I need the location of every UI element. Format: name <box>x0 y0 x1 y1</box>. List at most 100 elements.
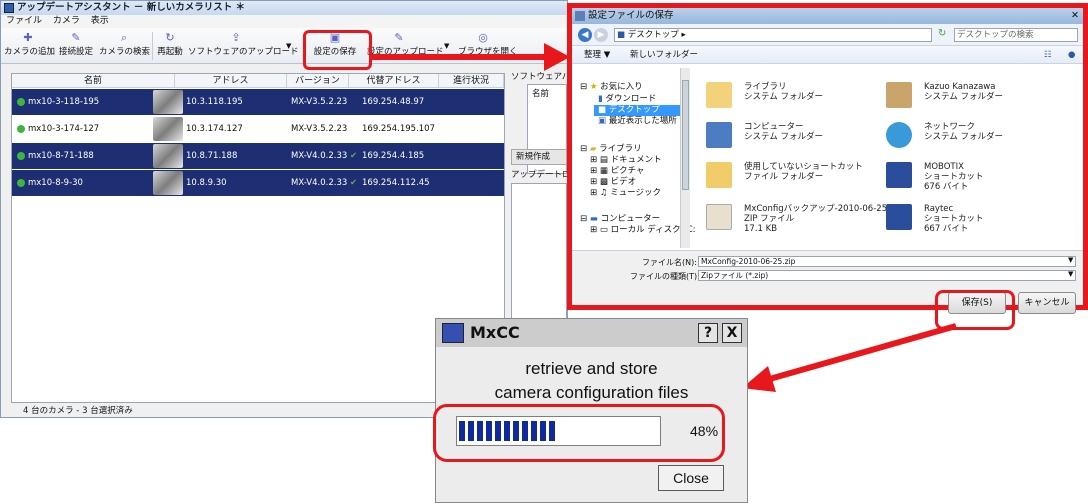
tree-downloads[interactable]: ▮ ダウンロード <box>598 94 656 105</box>
reboot-icon: ↻ <box>165 31 175 44</box>
window-title: アップデートアシスタント － 新しいカメラリスト ＊ <box>17 2 246 13</box>
refresh-icon[interactable]: ↻ <box>938 28 946 39</box>
camera-thumbnail <box>153 90 183 114</box>
file-item[interactable]: Kazuo Kanazawa システム フォルダー <box>886 80 1066 116</box>
help-icon[interactable]: ? <box>698 323 718 343</box>
help-icon[interactable]: ● <box>1068 46 1075 64</box>
add-camera-button[interactable]: ✚ カメラの追加 <box>4 30 55 62</box>
save-config-highlight <box>303 30 372 70</box>
tree-music[interactable]: ⊞ ♫ ミュージック <box>590 188 661 199</box>
file-item[interactable]: コンピューター システム フォルダー <box>706 120 886 156</box>
filename-input[interactable]: MxConfig-2010-06-25.zip <box>698 256 1076 267</box>
filetype-select[interactable]: Zipファイル (*.zip) <box>698 270 1076 281</box>
file-item[interactable]: ネットワーク システム フォルダー <box>886 120 1066 156</box>
pencil-icon: ✎ <box>71 31 81 44</box>
save-config-dialog: 設定ファイルの保存 ✕ ◀ ▶ ■ デスクトップ ▸ ↻ デスクトップの検索 整… <box>567 3 1088 314</box>
tree-recent[interactable]: ▣ 最近表示した場所 <box>598 116 677 127</box>
computer-icon: ▬ <box>589 214 598 224</box>
chevron-down-icon[interactable]: ▼ <box>286 42 291 50</box>
menubar: ファイル カメラ 表示 <box>1 15 567 28</box>
check-icon: ✔ <box>350 151 358 161</box>
music-icon: ♫ <box>599 188 608 198</box>
mxcc-app-icon <box>442 323 464 343</box>
filename-label: ファイル名(N): <box>642 258 697 267</box>
tree-pictures[interactable]: ⊞ ▦ ピクチャ <box>590 166 644 177</box>
close-icon[interactable]: X <box>722 323 742 343</box>
camera-thumbnail <box>153 144 183 168</box>
dialog-icon <box>575 11 585 21</box>
file-list: ライブラリ システム フォルダー Kazuo Kanazawa システム フォル… <box>696 68 1082 248</box>
forward-icon[interactable]: ▶ <box>594 28 608 42</box>
tree-computer[interactable]: ⊟ ▬ コンピューター <box>580 214 660 225</box>
filetype-label: ファイルの種類(T): <box>630 272 700 281</box>
connection-settings-button[interactable]: ✎ 接続設定 <box>56 30 96 62</box>
search-camera-button[interactable]: ⌕ カメラの検索 <box>99 30 150 62</box>
column-header-version[interactable]: バージョン <box>287 74 349 88</box>
file-item[interactable]: 使用していないショートカット ファイル フォルダー <box>706 160 886 196</box>
scrollbar-thumb[interactable] <box>682 80 689 190</box>
desktop-icon: ■ <box>598 105 607 115</box>
file-item[interactable]: MxConfigバックアップ-2010-06-25.zip ZIP ファイル 1… <box>706 202 902 238</box>
add-icon: ✚ <box>23 31 33 44</box>
tree-videos[interactable]: ⊞ ▩ ビデオ <box>590 177 636 188</box>
dialog-titlebar: 設定ファイルの保存 ✕ <box>572 8 1083 24</box>
reboot-button[interactable]: ↻ 再起動 <box>155 30 185 62</box>
user-folder-icon <box>886 82 912 108</box>
status-online-icon <box>17 152 25 160</box>
command-bar: 整理 ▼ 新しいフォルダー ☷ ● <box>572 46 1083 64</box>
tree-desktop[interactable]: ■ デスクトップ <box>594 105 680 116</box>
progress-highlight <box>433 404 725 462</box>
tree-scrollbar[interactable] <box>680 68 690 248</box>
videos-icon: ▩ <box>599 177 608 187</box>
upload-software-button[interactable]: ⇪ ソフトウェアのアップロード <box>188 30 299 62</box>
back-icon[interactable]: ◀ <box>578 28 592 42</box>
menu-view[interactable]: 表示 <box>91 16 109 26</box>
software-name-column[interactable]: 名前 <box>532 87 549 99</box>
folder-icon: ■ <box>617 30 626 40</box>
table-row[interactable]: mx10-8-71-188 10.8.71.188 MX-V4.0.2.33 ✔… <box>12 143 504 169</box>
file-item[interactable]: MOBOTIX ショートカット 676 バイト <box>886 160 1066 196</box>
organize-button[interactable]: 整理 ▼ <box>584 46 610 64</box>
network-icon <box>886 122 912 148</box>
menu-camera[interactable]: カメラ <box>53 16 80 26</box>
disk-icon: ▭ <box>599 225 608 235</box>
menu-file[interactable]: ファイル <box>6 16 42 26</box>
tree-favorites[interactable]: ⊟ ★ お気に入り <box>580 82 643 93</box>
cancel-button[interactable]: キャンセル <box>1018 292 1076 314</box>
mxcc-title: MxCC <box>470 323 520 342</box>
file-item[interactable]: ライブラリ システム フォルダー <box>706 80 886 116</box>
update-log-label: アップデートログ <box>511 170 567 180</box>
table-row[interactable]: mx10-3-174-127 10.3.174.127 MX-V3.5.2.23… <box>12 116 504 142</box>
computer-icon <box>706 122 732 148</box>
table-row[interactable]: mx10-3-118-195 10.3.118.195 MX-V3.5.2.23… <box>12 89 504 115</box>
chevron-down-icon[interactable]: ▼ <box>1068 270 1073 278</box>
download-folder-icon: ▮ <box>598 94 603 104</box>
chevron-down-icon[interactable]: ▼ <box>1068 256 1073 264</box>
arrow-to-save-dialog <box>372 43 570 71</box>
tree-libraries[interactable]: ⊟ ▰ ライブラリ <box>580 144 642 155</box>
search-input[interactable]: デスクトップの検索 <box>954 28 1078 42</box>
library-icon: ▰ <box>589 144 597 154</box>
status-online-icon <box>17 179 25 187</box>
recent-icon: ▣ <box>598 116 607 126</box>
shortcut-icon <box>886 204 912 230</box>
new-software-button[interactable]: 新規作成 <box>511 149 567 165</box>
address-path[interactable]: ■ デスクトップ ▸ <box>614 28 932 42</box>
file-item[interactable]: Raytec ショートカット 667 バイト <box>886 202 1066 238</box>
column-header-progress[interactable]: 進行状況 <box>439 74 504 88</box>
column-header-address[interactable]: アドレス <box>175 74 287 88</box>
close-button[interactable]: Close <box>658 465 724 491</box>
search-camera-icon: ⌕ <box>120 31 128 44</box>
close-icon[interactable]: ✕ <box>1071 8 1079 24</box>
view-options-icon[interactable]: ☷ <box>1044 46 1052 64</box>
column-header-alt-address[interactable]: 代替アドレス <box>349 74 439 88</box>
star-icon: ★ <box>589 82 598 92</box>
tree-documents[interactable]: ⊞ ▤ ドキュメント <box>590 155 662 166</box>
camera-thumbnail <box>153 171 183 195</box>
column-header-name[interactable]: 名前 <box>12 74 175 88</box>
camera-thumbnail <box>153 117 183 141</box>
dialog-title: 設定ファイルの保存 <box>588 10 674 21</box>
new-folder-button[interactable]: 新しいフォルダー <box>630 46 698 64</box>
table-row[interactable]: mx10-8-9-30 10.8.9.30 MX-V4.0.2.33 ✔ 169… <box>12 170 504 196</box>
app-icon <box>4 3 14 13</box>
